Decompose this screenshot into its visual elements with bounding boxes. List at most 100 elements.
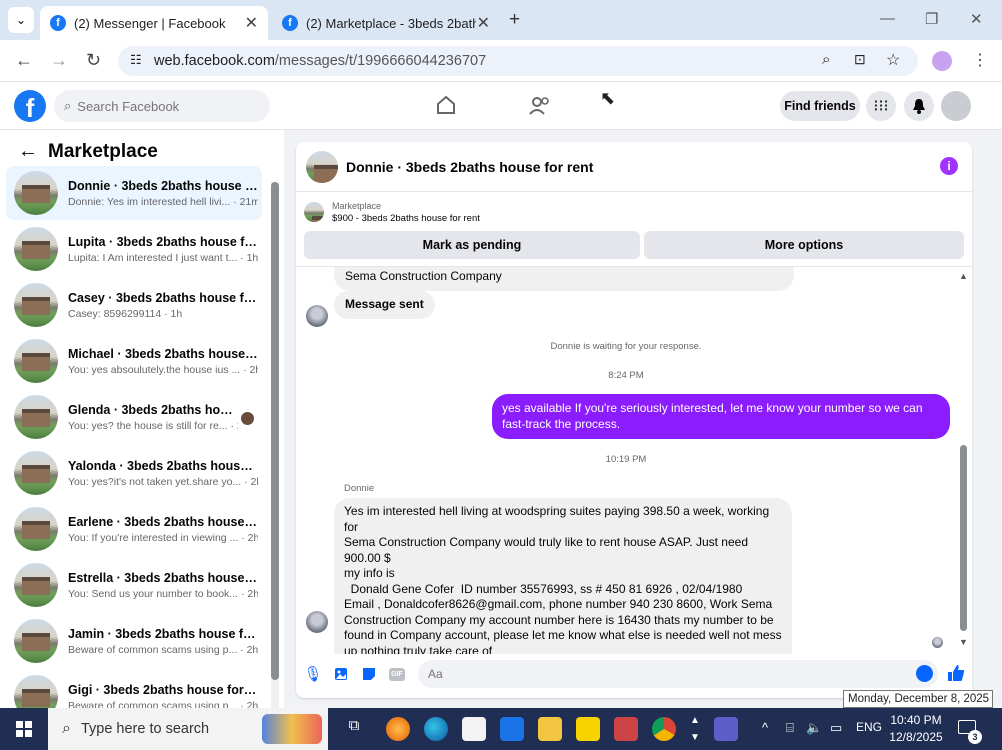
marketplace-listing[interactable]: Marketplace $900 - 3beds 2baths house fo… (296, 194, 972, 230)
chat-title[interactable]: Donnie · 3beds 2baths house for rent (346, 159, 593, 175)
listing-thumbnail (14, 619, 58, 663)
menu-grid-icon[interactable]: ⁝⁝⁝ (866, 91, 896, 121)
app-icon[interactable] (614, 717, 638, 741)
install-app-icon[interactable]: ⊡ (854, 51, 866, 68)
sticker-icon[interactable] (360, 665, 378, 683)
site-info-icon[interactable]: ☷ (130, 52, 142, 68)
conversation-name: Gigi · 3beds 2baths house for re... (68, 682, 258, 697)
waiting-notice: Donnie is waiting for your response. (550, 341, 702, 352)
sticky-notes-icon[interactable] (576, 717, 600, 741)
notifications-bell-icon[interactable] (904, 91, 934, 121)
close-window-icon[interactable]: ✕ (970, 10, 983, 28)
task-view-icon[interactable]: ⧉ (342, 717, 366, 741)
sidebar-scrollbar[interactable] (271, 182, 279, 708)
conversation-item[interactable]: Earlene · 3beds 2baths house fo... You: I… (6, 502, 262, 556)
conversation-item[interactable]: Yalonda · 3beds 2baths house f... You: ye… (6, 446, 262, 500)
like-thumbs-up-icon[interactable] (946, 663, 966, 683)
conversation-name: Glenda · 3beds 2baths house ... (68, 402, 238, 417)
search-highlight-icon (262, 714, 322, 744)
restore-icon[interactable]: ❐ (925, 10, 938, 28)
conversation-preview: Lupita: I Am interested I just want t...… (68, 251, 258, 264)
url-host: web.facebook.com (154, 53, 275, 69)
tab-messenger[interactable]: f (2) Messenger | Facebook ✕ (40, 6, 268, 40)
conversation-item[interactable]: Glenda · 3beds 2baths house ... You: yes?… (6, 390, 262, 444)
message-composer[interactable] (418, 660, 938, 688)
network-icon[interactable]: ⌸ (786, 720, 794, 736)
photo-icon[interactable] (332, 665, 350, 683)
conversation-preview: Beware of common scams using p... · 2h (68, 643, 258, 656)
friends-icon[interactable] (529, 96, 551, 116)
back-arrow-icon[interactable]: ← (18, 140, 38, 163)
tab-list-button[interactable]: ⌄ (8, 7, 34, 33)
conversation-item[interactable]: Michael · 3beds 2baths house f... You: ye… (6, 334, 262, 388)
incoming-message: Yes im interested hell living at woodspr… (334, 498, 792, 654)
home-icon[interactable] (436, 95, 456, 114)
address-bar[interactable]: ☷ web.facebook.com/messages/t/1996666044… (118, 46, 918, 76)
conversation-name: Jamin · 3beds 2baths house for ... (68, 626, 258, 641)
conversation-name: Earlene · 3beds 2baths house fo... (68, 514, 258, 529)
bookmark-star-icon[interactable]: ☆ (886, 50, 900, 70)
edge-icon[interactable] (424, 717, 448, 741)
search-input[interactable] (77, 98, 248, 114)
search-box[interactable]: ⌕ (54, 90, 270, 122)
tray-overflow-icon[interactable]: ^ (762, 720, 768, 735)
mail-icon[interactable] (500, 717, 524, 741)
find-friends-button[interactable]: Find friends (780, 91, 860, 121)
message-line: found in Company account, please let me … (344, 628, 782, 642)
display-icon[interactable]: ▭ (830, 720, 842, 736)
taskbar-clock[interactable]: 10:40 PM 12/8/2025 (888, 712, 944, 746)
volume-icon[interactable]: 🔈 (806, 720, 822, 736)
taskbar-scroll-icon[interactable]: ▲ ▼ (690, 712, 700, 746)
forward-icon[interactable]: → (50, 50, 68, 71)
conversation-name: Yalonda · 3beds 2baths house f... (68, 458, 258, 473)
chat-window: Donnie · 3beds 2baths house for rent i M… (296, 142, 972, 698)
info-icon[interactable]: i (940, 157, 958, 175)
message-line: up nothing truly take care of (344, 643, 493, 655)
account-avatar-icon[interactable] (941, 91, 971, 121)
mark-as-pending-button[interactable]: Mark as pending (304, 231, 640, 259)
message-text: Sema Construction Company (345, 269, 502, 283)
profile-avatar-icon[interactable] (932, 51, 952, 71)
close-tab-icon[interactable]: ✕ (245, 13, 258, 33)
store-icon[interactable] (462, 717, 486, 741)
scroll-up-icon[interactable]: ▲ (959, 271, 968, 281)
conversation-item[interactable]: Donnie · 3beds 2baths house fo... Donnie:… (6, 166, 262, 220)
zoom-icon[interactable]: ⌕ (822, 51, 830, 68)
tab-marketplace[interactable]: f (2) Marketplace - 3beds 2baths ✕ (272, 6, 500, 40)
new-tab-button[interactable]: + (509, 9, 520, 31)
listing-thumbnail (14, 563, 58, 607)
chrome-icon[interactable] (652, 717, 676, 741)
file-explorer-icon[interactable] (538, 717, 562, 741)
close-tab-icon[interactable]: ✕ (477, 13, 490, 33)
browser-menu-icon[interactable]: ⋮ (972, 50, 988, 70)
minimize-icon[interactable]: — (880, 10, 895, 27)
media-app-icon[interactable] (714, 717, 738, 741)
message-input[interactable] (428, 667, 888, 681)
back-icon[interactable]: ← (15, 50, 33, 71)
conversation-item[interactable]: Gigi · 3beds 2baths house for re... Bewar… (6, 670, 262, 708)
conversation-item[interactable]: Estrella · 3beds 2baths house fo... You: … (6, 558, 262, 612)
windows-start-icon[interactable] (16, 721, 32, 737)
emoji-icon[interactable] (916, 665, 933, 682)
conversation-item[interactable]: Casey · 3beds 2baths house for ... Casey:… (6, 278, 262, 332)
message-line: Construction Company my account number h… (344, 612, 774, 627)
scrollbar-thumb[interactable] (271, 182, 279, 680)
timestamp: 10:19 PM (605, 454, 647, 465)
navigation-bar: ← → ↻ ☷ web.facebook.com/messages/t/1996… (0, 40, 1002, 82)
facebook-header: f ⌕ ⬉ Find friends ⁝⁝⁝ 2 (0, 82, 1002, 184)
search-icon: ⌕ (62, 720, 71, 737)
reload-icon[interactable]: ↻ (86, 50, 101, 71)
microphone-icon[interactable]: 🎙 (303, 665, 322, 683)
conversation-item[interactable]: Jamin · 3beds 2baths house for ... Beware… (6, 614, 262, 668)
firefox-icon[interactable] (386, 717, 410, 741)
conversation-item[interactable]: Lupita · 3beds 2baths house for... Lupita… (6, 222, 262, 276)
scroll-down-icon[interactable]: ▼ (959, 637, 968, 647)
conversation-preview: Casey: 8596299114 · 1h (68, 307, 183, 320)
language-indicator[interactable]: ENG (856, 720, 882, 734)
taskbar-search[interactable]: ⌕ Type here to search (48, 708, 328, 750)
gif-icon[interactable]: GIF (388, 665, 406, 683)
incoming-message-partial: Sema Construction Company (334, 267, 794, 291)
more-options-button[interactable]: More options (644, 231, 964, 259)
facebook-logo-icon[interactable]: f (14, 90, 46, 123)
message-scrollbar-thumb[interactable] (960, 445, 967, 631)
